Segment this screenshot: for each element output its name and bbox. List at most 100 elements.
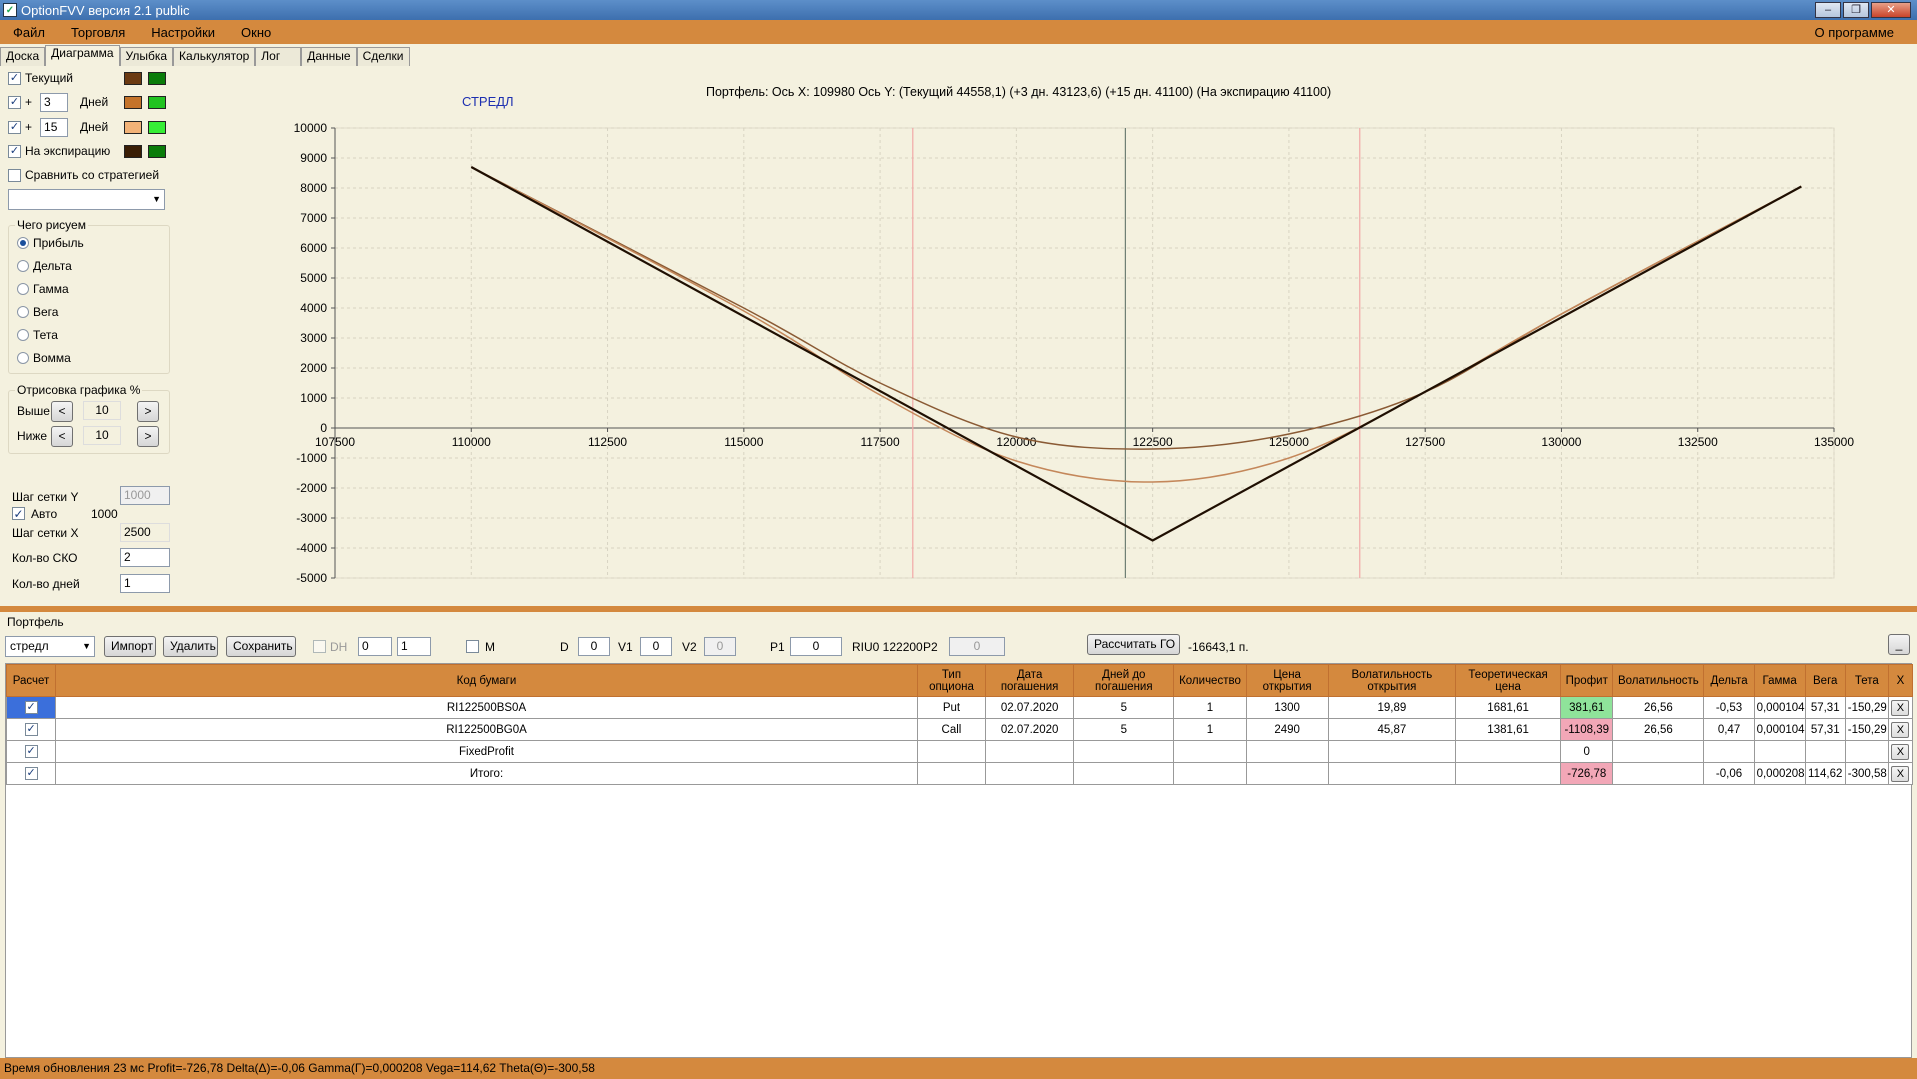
menu-window[interactable]: Окно [228,25,284,40]
minimize-panel-button[interactable]: _ [1888,634,1910,655]
draw-option-vega[interactable]: Вега [17,303,58,321]
menu-trading[interactable]: Торговля [58,25,138,40]
col-header[interactable]: Гамма [1753,664,1806,697]
col-header[interactable]: X [1887,664,1914,697]
col-header[interactable]: Количество [1173,664,1247,697]
draw-option-vomma[interactable]: Вомма [17,349,71,367]
curve-current-checkbox[interactable]: ✓ [8,71,21,85]
curve-plus15-color-b[interactable] [148,120,166,134]
radio-icon [17,283,29,295]
curve-expiration-checkbox[interactable]: ✓ [8,144,21,158]
dh-checkbox[interactable] [313,640,326,653]
curve-expiration-color-a[interactable] [124,144,142,158]
table-cell[interactable]: ✓ [5,740,57,763]
strategy-select[interactable]: стредл ▼ [5,636,95,657]
calc-go-button[interactable]: Рассчитать ГО [1087,634,1180,655]
tab-diagram[interactable]: Диаграмма [45,45,120,66]
close-icon[interactable]: ✕ [1871,2,1911,18]
curve-plus15-checkbox[interactable]: ✓ [8,120,21,134]
above-decrease-button[interactable]: < [51,401,73,422]
compare-checkbox[interactable] [8,168,21,182]
draw-option-delta[interactable]: Дельта [17,257,72,275]
above-increase-button[interactable]: > [137,401,159,422]
draw-option-profit[interactable]: Прибыль [17,234,84,252]
curve-plus3-checkbox[interactable]: ✓ [8,95,21,109]
menu-about[interactable]: О программе [1801,25,1907,40]
sko-input[interactable]: 2 [120,548,170,567]
save-button[interactable]: Сохранить [226,636,296,657]
v2-input[interactable]: 0 [704,637,736,656]
col-header[interactable]: Волатильность [1612,664,1705,697]
col-header[interactable]: Дельта [1703,664,1755,697]
delete-button[interactable]: Удалить [163,636,218,657]
col-header[interactable]: Тип опциона [916,664,987,697]
maximize-icon[interactable]: ❐ [1843,2,1869,18]
curve-current-color-b[interactable] [148,71,166,85]
table-cell[interactable]: ✓ [5,696,57,719]
calc-checkbox[interactable]: ✓ [24,767,38,780]
days-input[interactable]: 1 [120,574,170,593]
dh-spinner-a[interactable]: 0 [358,637,392,656]
auto-checkbox[interactable]: ✓ [12,507,25,520]
col-header[interactable]: Дата погашения [985,664,1075,697]
table-row-fixedprofit[interactable]: ✓ FixedProfit 0 X [5,740,1914,763]
remove-row-button[interactable]: X [1891,721,1910,738]
col-header[interactable]: Профит [1560,664,1614,697]
minimize-icon[interactable]: – [1815,2,1841,18]
import-button[interactable]: Импорт [104,636,156,657]
calc-checkbox[interactable]: ✓ [24,745,38,758]
tab-data[interactable]: Данные [301,47,357,66]
p2-input[interactable]: 0 [949,637,1005,656]
curve-plus3-days-input[interactable]: 3 [40,92,69,112]
remove-row-button[interactable]: X [1891,765,1910,782]
menu-settings[interactable]: Настройки [138,25,228,40]
below-input[interactable]: 10 [83,426,121,445]
above-input[interactable]: 10 [83,401,121,420]
col-header[interactable]: Код бумаги [55,664,918,697]
v1-input[interactable]: 0 [640,637,672,656]
col-header[interactable]: Волатильность открытия [1327,664,1456,697]
d-input[interactable]: 0 [578,637,610,656]
grid-x-input[interactable]: 2500 [120,523,170,542]
below-decrease-button[interactable]: < [51,426,73,447]
remove-row-button[interactable]: X [1891,699,1910,716]
table-cell[interactable]: X [1887,740,1914,763]
table-cell[interactable]: X [1887,718,1914,741]
remove-row-button[interactable]: X [1891,743,1910,760]
tab-board[interactable]: Доска [0,47,46,66]
curve-expiration-color-b[interactable] [148,144,166,158]
curve-plus15-color-a[interactable] [124,120,142,134]
dh-spinner-b[interactable]: 1 [397,637,431,656]
col-header[interactable]: Дней до погашения [1073,664,1175,697]
col-header[interactable]: Теоретическая цена [1454,664,1562,697]
below-increase-button[interactable]: > [137,426,159,447]
table-cell[interactable]: X [1887,696,1914,719]
table-cell[interactable]: ✓ [5,718,57,741]
strategy-compare-select[interactable]: ▼ [8,189,165,210]
table-cell[interactable]: X [1887,762,1914,785]
tab-log[interactable]: Лог [255,47,302,66]
tab-deals[interactable]: Сделки [356,47,410,66]
menu-file[interactable]: Файл [0,25,58,40]
p1-input[interactable]: 0 [790,637,842,656]
curve-plus3-color-a[interactable] [124,95,142,109]
calc-checkbox[interactable]: ✓ [24,701,38,714]
tab-smile[interactable]: Улыбка [119,47,174,66]
calc-checkbox[interactable]: ✓ [24,723,38,736]
curve-current-color-a[interactable] [124,71,142,85]
table-cell[interactable]: ✓ [5,762,57,785]
table-row-put[interactable]: ✓ RI122500BS0A Put 02.07.2020 5 1 1300 19,89 168… [5,696,1914,719]
table-row-total[interactable]: ✓ Итого: -726,78 -0,06 0,000208 114,62 -300,58… [5,762,1914,785]
col-header[interactable]: Расчет [5,664,57,697]
curve-plus15-days-input[interactable]: 15 [40,117,69,137]
grid-y-input[interactable]: 1000 [120,486,170,505]
col-header[interactable]: Вега [1804,664,1846,697]
draw-option-theta[interactable]: Тета [17,326,58,344]
table-row-call[interactable]: ✓ RI122500BG0A Call 02.07.2020 5 1 2490 45,87 13… [5,718,1914,741]
curve-plus3-color-b[interactable] [148,95,166,109]
m-checkbox[interactable] [466,640,479,653]
col-header[interactable]: Тета [1844,664,1889,697]
tab-calculator[interactable]: Калькулятор [173,47,256,66]
draw-option-gamma[interactable]: Гамма [17,280,69,298]
col-header[interactable]: Цена открытия [1245,664,1329,697]
